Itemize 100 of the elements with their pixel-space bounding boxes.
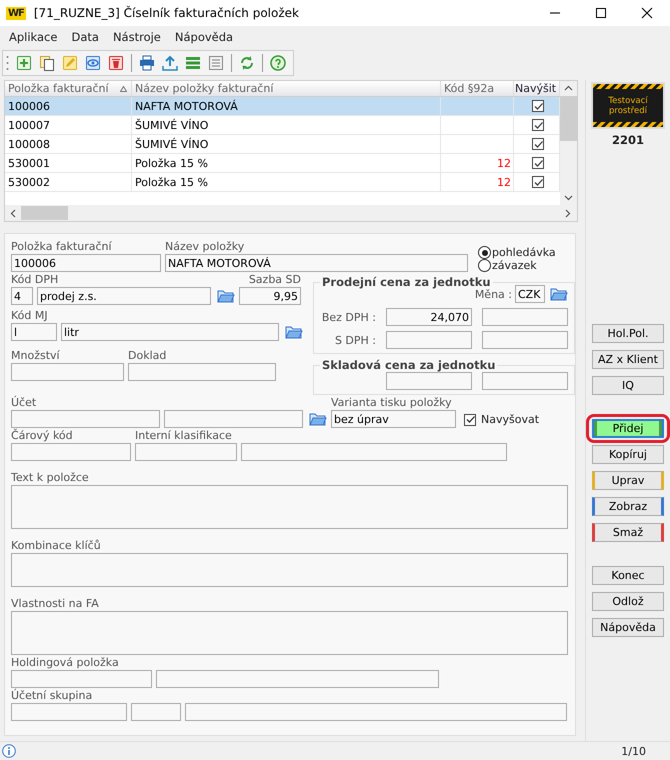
table-cell: Položka 15 % xyxy=(132,173,441,191)
add-icon[interactable] xyxy=(16,55,32,71)
input-field[interactable]: CZK xyxy=(515,285,545,303)
field-label: Bez DPH : xyxy=(320,310,376,324)
input-field[interactable] xyxy=(241,443,507,461)
side-button[interactable]: Konec xyxy=(592,566,664,585)
side-button[interactable]: Zobraz xyxy=(592,497,664,516)
printer-icon[interactable] xyxy=(139,55,155,71)
side-button[interactable]: Smaž xyxy=(592,523,664,542)
input-field[interactable]: NAFTA MOTOROVÁ xyxy=(165,254,468,272)
folder-icon[interactable] xyxy=(285,324,303,340)
side-button[interactable]: Hol.Pol. xyxy=(592,324,664,343)
input-field[interactable] xyxy=(11,443,131,461)
table-cell: Položka 15 % xyxy=(132,154,441,172)
refresh-icon[interactable] xyxy=(239,55,255,71)
field-label: Doklad xyxy=(128,349,168,363)
edit-icon[interactable] xyxy=(62,55,78,71)
window-title: [71_RUZNE_3] Číselník fakturačních položek xyxy=(34,6,299,20)
input-field[interactable] xyxy=(482,331,568,349)
input-field[interactable] xyxy=(386,331,472,349)
table-row[interactable]: 100008 ŠUMIVÉ VÍNO xyxy=(5,135,560,154)
table-cell: 100008 xyxy=(5,135,132,153)
text-area[interactable] xyxy=(11,485,568,529)
side-button[interactable]: Kopíruj xyxy=(592,445,664,464)
checkbox[interactable] xyxy=(532,119,544,131)
checkbox[interactable] xyxy=(532,176,544,188)
field-label: S DPH : xyxy=(334,334,376,346)
checkbox[interactable] xyxy=(464,414,476,426)
input-field[interactable]: litr xyxy=(61,323,279,341)
view-icon[interactable] xyxy=(85,55,101,71)
help-icon[interactable] xyxy=(270,55,286,71)
input-field[interactable] xyxy=(386,372,472,390)
column-header[interactable]: Kód §92a xyxy=(441,81,514,96)
folder-icon[interactable] xyxy=(217,288,235,304)
menu-item[interactable]: Data xyxy=(71,30,99,44)
folder-icon[interactable] xyxy=(550,286,568,302)
field-label: Kód DPH xyxy=(11,273,60,287)
checkbox[interactable] xyxy=(532,157,544,169)
side-button[interactable]: AZ x Klient xyxy=(592,350,664,369)
side-button[interactable]: Nápověda xyxy=(592,618,664,637)
table-row[interactable]: 530001 Položka 15 % 12 xyxy=(5,154,560,173)
input-field[interactable] xyxy=(11,703,127,721)
input-field[interactable] xyxy=(128,363,276,381)
input-field[interactable] xyxy=(164,410,303,428)
input-field[interactable]: 4 xyxy=(11,287,33,305)
menu-item[interactable]: Nápověda xyxy=(174,30,234,44)
column-header[interactable]: Název položky fakturační xyxy=(132,81,441,96)
radio-button[interactable] xyxy=(478,246,491,259)
radio-label: pohledávka xyxy=(492,246,556,258)
table-row[interactable]: 100007 ŠUMIVÉ VÍNO xyxy=(5,116,560,135)
vertical-scrollbar[interactable] xyxy=(560,81,577,205)
field-label: Množství xyxy=(11,349,61,363)
table-cell: 12 xyxy=(441,154,514,172)
menu-item[interactable]: Nástroje xyxy=(112,30,161,44)
upload-icon[interactable] xyxy=(162,55,178,71)
scroll-left-icon[interactable] xyxy=(10,208,16,218)
input-field[interactable] xyxy=(11,363,124,381)
trash-icon[interactable] xyxy=(108,55,124,71)
app-logo: WF xyxy=(6,6,26,20)
side-button[interactable]: IQ xyxy=(592,376,664,395)
radio-button[interactable] xyxy=(478,259,491,272)
input-field[interactable] xyxy=(11,670,152,688)
checkbox[interactable] xyxy=(532,138,544,150)
list-icon[interactable] xyxy=(185,55,201,71)
copy-icon[interactable] xyxy=(39,55,55,71)
input-field[interactable] xyxy=(156,670,439,688)
text-area[interactable] xyxy=(11,553,568,587)
side-button[interactable]: Odlož xyxy=(592,592,664,611)
folder-icon[interactable] xyxy=(309,411,327,427)
input-field[interactable] xyxy=(482,308,568,326)
document-icon[interactable] xyxy=(208,55,224,71)
input-field[interactable] xyxy=(131,703,181,721)
column-header[interactable]: Položka fakturační xyxy=(5,81,132,96)
input-field[interactable] xyxy=(482,372,568,390)
input-field[interactable] xyxy=(185,703,567,721)
side-button[interactable]: Uprav xyxy=(592,471,664,490)
side-button[interactable]: Přidej xyxy=(592,419,664,438)
table-row[interactable]: 530002 Položka 15 % 12 xyxy=(5,173,560,192)
table-cell: 100006 xyxy=(5,97,132,115)
horizontal-scrollbar[interactable] xyxy=(5,205,577,221)
table-cell: ŠUMIVÉ VÍNO xyxy=(132,116,441,134)
info-icon xyxy=(2,744,16,758)
input-field[interactable]: 24,070 xyxy=(386,308,472,326)
table-cell: ŠUMIVÉ VÍNO xyxy=(132,135,441,153)
menu-item[interactable]: Aplikace xyxy=(9,30,58,44)
checkbox[interactable] xyxy=(532,100,544,112)
scroll-down-icon[interactable] xyxy=(564,195,573,201)
scroll-right-icon[interactable] xyxy=(565,208,571,218)
text-area[interactable] xyxy=(11,611,568,655)
scrollbar-thumb[interactable] xyxy=(560,96,577,141)
input-field[interactable] xyxy=(11,410,160,428)
scrollbar-thumb[interactable] xyxy=(21,206,68,220)
input-field[interactable]: 9,95 xyxy=(239,287,301,305)
input-field[interactable]: 100006 xyxy=(11,254,161,272)
scroll-up-icon[interactable] xyxy=(564,85,573,91)
table-row[interactable]: 100006 NAFTA MOTOROVÁ xyxy=(5,97,560,116)
input-field[interactable]: prodej z.s. xyxy=(37,287,211,305)
input-field[interactable]: l xyxy=(11,323,57,341)
input-field[interactable] xyxy=(135,443,237,461)
input-field[interactable]: bez úprav xyxy=(331,410,456,428)
